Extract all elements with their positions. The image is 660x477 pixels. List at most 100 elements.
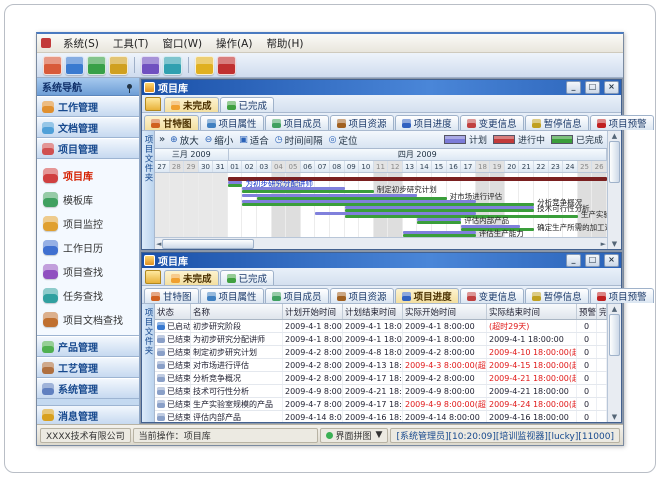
sidebar-item[interactable]: 项目库 [37, 163, 139, 187]
maximize-button[interactable]: □ [585, 81, 600, 94]
folder-tab[interactable]: 已完成 [220, 270, 275, 285]
sidebar-item[interactable]: 项目查找 [37, 259, 139, 283]
folder-tab[interactable]: 未完成 [164, 97, 219, 112]
table-row[interactable]: 已结束制定初步研究计划2009-4-2 8:00:002009-4-8 18:0… [155, 346, 607, 359]
sidebar-item[interactable]: 项目监控 [37, 211, 139, 235]
menu-item[interactable]: 工具(T) [106, 35, 156, 52]
scrollbar-thumb[interactable] [609, 314, 620, 356]
sidebar-group[interactable]: 工艺管理 [37, 357, 139, 378]
horizontal-scrollbar[interactable]: ◄ ► [155, 237, 607, 249]
locate-button[interactable]: ◎定位 [329, 133, 358, 147]
sidebar-item[interactable]: 任务查找 [37, 283, 139, 307]
view-tab[interactable]: 项目属性 [200, 115, 264, 130]
sidebar-item[interactable]: 模板库 [37, 187, 139, 211]
table-row[interactable]: 已结束为初步研究分配讲师2009-4-1 8:00:002009-4-1 18:… [155, 333, 607, 346]
view-tab[interactable]: 项目预警 [590, 115, 654, 130]
folder-tab[interactable]: 未完成 [164, 270, 219, 285]
view-tab[interactable]: 项目资源 [330, 288, 394, 303]
save-icon[interactable] [65, 56, 84, 75]
view-tab[interactable]: 项目预警 [590, 288, 654, 303]
scroll-right-icon[interactable]: ► [601, 240, 606, 248]
side-tab-project-folders[interactable]: 项目文件夹 [142, 304, 155, 422]
minimize-button[interactable]: _ [566, 254, 581, 267]
view-tab[interactable]: 变更信息 [460, 288, 524, 303]
view-tab[interactable]: 项目成员 [265, 115, 329, 130]
message-icon[interactable] [163, 56, 182, 75]
zoom-out-button[interactable]: ⊖缩小 [205, 133, 234, 147]
view-tab[interactable]: 项目进度 [395, 288, 459, 303]
sidebar-group[interactable]: 产品管理 [37, 336, 139, 357]
view-tab[interactable]: 项目成员 [265, 288, 329, 303]
folder-dropdown-icon[interactable] [145, 97, 161, 111]
column-header[interactable]: 名称 [191, 304, 283, 319]
view-tab[interactable]: 项目进度 [395, 115, 459, 130]
view-tab[interactable]: 甘特图 [144, 288, 199, 303]
view-tab[interactable]: 项目资源 [330, 115, 394, 130]
vertical-scrollbar[interactable]: ▲ ▼ [607, 131, 621, 249]
menu-item[interactable]: 窗口(W) [155, 35, 209, 52]
sidebar-group[interactable]: 工作管理 [37, 96, 139, 117]
vertical-scrollbar[interactable]: ▲ ▼ [607, 304, 621, 422]
column-header[interactable]: 完 [597, 304, 607, 319]
table-row[interactable]: 已结束评估内部产品2009-4-14 8:00:002009-4-16 18:0… [155, 411, 607, 422]
column-header[interactable]: 计划结束时间 [343, 304, 403, 319]
close-button[interactable]: × [604, 81, 619, 94]
view-tab[interactable]: 暂停信息 [525, 115, 589, 130]
scrollbar-thumb[interactable] [609, 141, 620, 183]
scroll-down-icon[interactable]: ▼ [612, 240, 617, 248]
menu-item[interactable]: 系统(S) [56, 35, 106, 52]
dropdown-arrow-icon[interactable]: ▼ [376, 430, 383, 440]
column-header[interactable]: 预警 [577, 304, 597, 319]
view-tab[interactable]: 暂停信息 [525, 288, 589, 303]
folder-tab[interactable]: 已完成 [220, 97, 275, 112]
scroll-up-icon[interactable]: ▲ [612, 132, 617, 140]
sidebar-group[interactable]: 项目管理 [37, 138, 139, 159]
sidebar-tab-messages[interactable]: 消息管理 [37, 405, 139, 424]
column-header[interactable]: 计划开始时间 [283, 304, 343, 319]
column-header[interactable]: 状态 [155, 304, 191, 319]
table-row[interactable]: 已结束技术可行性分析2009-4-9 8:00:002009-4-21 18:0… [155, 385, 607, 398]
view-tab[interactable]: 项目属性 [200, 288, 264, 303]
home-icon[interactable] [43, 56, 62, 75]
menu-item[interactable]: 帮助(H) [259, 35, 310, 52]
sidebar-item[interactable]: 项目文档查找 [37, 307, 139, 331]
sidebar-groups: 工作管理文档管理项目管理项目库模板库项目监控工作日历项目查找任务查找项目文档查找… [37, 96, 139, 399]
close-button[interactable]: × [604, 254, 619, 267]
lock-icon[interactable] [195, 56, 214, 75]
scrollbar-thumb[interactable] [162, 239, 254, 249]
scroll-up-icon[interactable]: ▲ [612, 305, 617, 313]
gantt-actual-bar[interactable] [403, 234, 476, 237]
view-tab[interactable]: 变更信息 [460, 115, 524, 130]
table-row[interactable]: 已结束生产实验室规模的产品2009-4-7 8:00:002009-4-17 1… [155, 398, 607, 411]
sidebar-item[interactable]: 工作日历 [37, 235, 139, 259]
table-window-titlebar[interactable]: 项目库 _ □ × [142, 253, 621, 268]
view-tab[interactable]: 甘特图 [144, 115, 199, 130]
gantt-window-titlebar[interactable]: 项目库 _ □ × [142, 80, 621, 95]
side-tab-project-folders[interactable]: 项目文件夹 [142, 131, 155, 249]
fit-button[interactable]: ▣适合 [239, 133, 269, 147]
pushpin-icon[interactable] [127, 84, 132, 89]
menu-item[interactable]: 操作(A) [209, 35, 259, 52]
table-row[interactable]: 已结束对市场进行评估2009-4-2 8:00:002009-4-13 18:0… [155, 359, 607, 372]
maximize-button[interactable]: □ [585, 254, 600, 267]
overflow-chevron-icon[interactable]: » [159, 134, 165, 145]
scroll-left-icon[interactable]: ◄ [156, 240, 161, 248]
folder-dropdown-icon[interactable] [145, 270, 161, 284]
table-row[interactable]: 已启动初步研究阶段2009-4-1 8:00:002009-4-1 18:00:… [155, 320, 607, 333]
style-icon[interactable] [109, 56, 128, 75]
table-row[interactable]: 已结束分析竞争概况2009-4-2 8:00:002009-4-17 18:00… [155, 372, 607, 385]
sidebar-group[interactable]: 系统管理 [37, 378, 139, 399]
calculator-icon[interactable] [141, 56, 160, 75]
sidebar-group[interactable]: 文档管理 [37, 117, 139, 138]
folder-tabs: 未完成已完成 [164, 97, 274, 112]
ui-style-selector[interactable]: 界面拼图 ▼ [320, 428, 389, 443]
time-interval-button[interactable]: ◷时间间隔 [275, 133, 323, 147]
column-header[interactable]: 实际开始时间 [403, 304, 487, 319]
minimize-button[interactable]: _ [566, 81, 581, 94]
column-header[interactable]: 实际结束时间 [487, 304, 577, 319]
cell-actual-start: 2009-4-9 8:00:00 [403, 385, 487, 397]
scroll-down-icon[interactable]: ▼ [612, 413, 617, 421]
refresh-icon[interactable] [87, 56, 106, 75]
zoom-in-button[interactable]: ⊕放大 [170, 133, 199, 147]
exit-icon[interactable] [217, 56, 236, 75]
